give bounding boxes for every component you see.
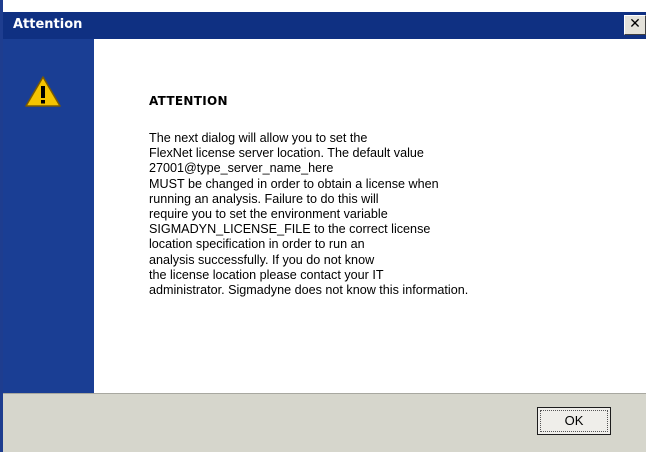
message-line: 27001@type_server_name_here — [149, 161, 334, 176]
message-line: SIGMADYN_LICENSE_FILE to the correct lic… — [149, 222, 431, 237]
message-heading: ATTENTION — [149, 94, 228, 108]
message-line: administrator. Sigmadyne does not know t… — [149, 283, 469, 298]
message-line: the license location please contact your… — [149, 267, 384, 282]
message-line: running an analysis. Failure to do this … — [149, 191, 379, 206]
window-title: Attention — [13, 17, 83, 32]
message-line: location specification in order to run a… — [149, 237, 365, 252]
message-line: MUST be changed in order to obtain a lic… — [149, 176, 439, 191]
message-area: ATTENTION The next dialog will allow you… — [94, 39, 646, 393]
message-line: require you to set the environment varia… — [149, 207, 388, 222]
title-bar[interactable]: Attention ✕ — [3, 12, 646, 39]
close-button[interactable]: ✕ — [624, 15, 646, 35]
close-icon: ✕ — [629, 16, 641, 32]
warning-icon — [25, 76, 61, 107]
dialog-footer: OK — [3, 393, 646, 452]
side-panel — [3, 39, 94, 393]
message-body: The next dialog will allow you to set th… — [149, 131, 629, 298]
message-line: analysis successfully. If you do not kno… — [149, 252, 375, 267]
ok-button[interactable]: OK — [537, 407, 611, 435]
message-line: FlexNet license server location. The def… — [149, 146, 424, 161]
dialog-window: Attention ✕ ATTENTION The next dialog wi… — [0, 0, 646, 452]
message-line: The next dialog will allow you to set th… — [149, 131, 368, 145]
